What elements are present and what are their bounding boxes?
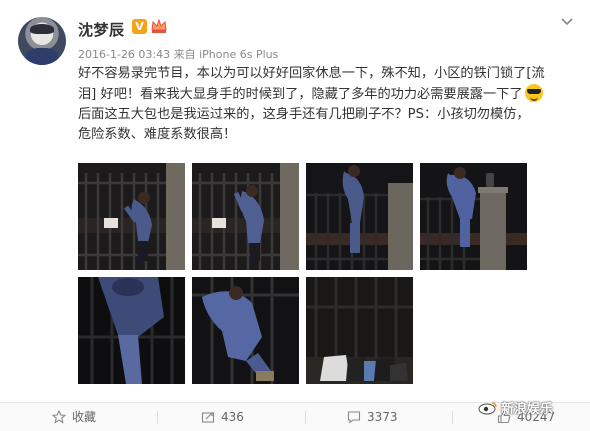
photo-woman-climbing-gate-2[interactable] xyxy=(192,163,299,270)
photo-bags-behind-gate[interactable] xyxy=(306,277,413,384)
sina-ent-watermark: 新浪娱乐 xyxy=(478,398,553,417)
watermark-text: 新浪娱乐 xyxy=(501,402,554,417)
author-name[interactable]: 沈梦辰 xyxy=(78,19,125,40)
comment-count: 3373 xyxy=(367,410,398,424)
chevron-down-icon[interactable] xyxy=(560,14,574,28)
weibo-eye-icon xyxy=(478,402,497,415)
post-meta: 2016-1-26 03:43 来自 iPhone 6s Plus xyxy=(78,48,279,61)
photo-woman-on-gate-top-1[interactable] xyxy=(306,163,413,270)
post-text-line: 好不容易录完节目，本以为可以好好回家休息一下，殊不知，小区的铁门锁了[流 xyxy=(78,66,545,81)
post-text-line: 泪] 好吧！看来我大显身手的时候到了，隐藏了多年的功力必需要展露一下了 xyxy=(78,84,574,105)
post-text-line: 危险系数、难度系数很高！ xyxy=(78,127,237,142)
photo-woman-climbing-gate-1[interactable] xyxy=(78,163,185,270)
favorite-button[interactable]: 收藏 xyxy=(51,403,97,431)
action-separator xyxy=(452,411,453,424)
cool-sunglasses-emoji-icon xyxy=(524,84,543,102)
post-text-line: 后面这五大包也是我运过来的，这身手还有几把刷子不？PS：小孩切勿模仿， xyxy=(78,107,530,122)
photo-woman-on-gate-top-2[interactable] xyxy=(420,163,527,270)
avatar-hat xyxy=(30,24,54,34)
photo-woman-climbing-closeup-1[interactable] xyxy=(78,277,185,384)
comment-icon xyxy=(347,411,361,424)
comment-button[interactable]: 3373 xyxy=(347,403,398,431)
star-icon xyxy=(51,409,67,424)
action-separator xyxy=(305,411,306,424)
action-separator xyxy=(157,411,158,424)
member-crown-icon xyxy=(151,18,167,33)
verified-badge-icon: V xyxy=(132,19,147,34)
author-avatar[interactable] xyxy=(18,17,66,65)
repost-button[interactable]: 436 xyxy=(201,403,244,431)
photo-woman-climbing-closeup-2[interactable] xyxy=(192,277,299,384)
favorite-label: 收藏 xyxy=(72,410,97,424)
post-text: 好不容易录完节目，本以为可以好好回家休息一下，殊不知，小区的铁门锁了[流 泪] … xyxy=(78,64,574,145)
avatar-body xyxy=(26,48,58,65)
post-text-segment: 泪] 好吧！看来我大显身手的时候到了，隐藏了多年的功力必需要展露一下了 xyxy=(78,87,523,102)
repost-count: 436 xyxy=(221,410,244,424)
repost-icon xyxy=(201,412,215,423)
